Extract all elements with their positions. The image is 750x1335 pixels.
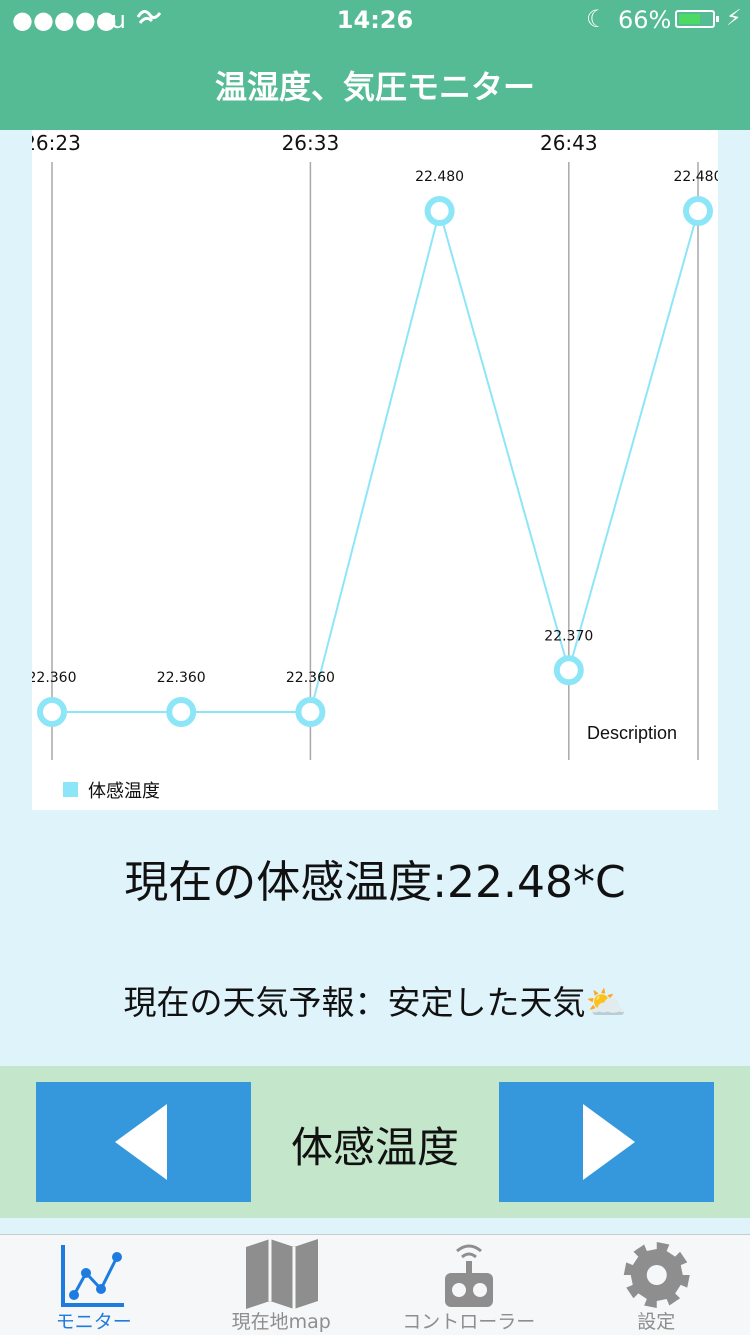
weather-forecast: 現在の天気予報：安定した天気⛅ <box>0 976 750 1024</box>
battery-icon <box>675 10 715 28</box>
series-line <box>52 211 698 712</box>
tab-monitor[interactable]: モニター <box>0 1235 188 1335</box>
data-point[interactable] <box>40 700 64 724</box>
right-triangle-icon <box>499 1082 714 1202</box>
chart-description: Description <box>587 723 677 743</box>
tab-settings-label: 設定 <box>563 1307 750 1334</box>
x-tick-label: 26:23 <box>32 131 81 155</box>
chart-canvas: 26:23 26:33 26:43 22.360 22.360 22.360 22.480… <box>32 130 718 810</box>
legend-label: 体感温度 <box>88 781 160 802</box>
do-not-disturb-icon: ☾ <box>586 5 608 33</box>
data-label: 22.480 <box>415 169 464 185</box>
x-tick-label: 26:33 <box>282 131 340 155</box>
feels-like-chart[interactable]: 26:23 26:33 26:43 22.360 22.360 22.360 22.480… <box>32 130 718 810</box>
left-triangle-icon <box>36 1082 251 1202</box>
data-label: 22.360 <box>32 670 77 686</box>
tab-controller[interactable]: コントローラー <box>375 1235 563 1335</box>
legend-swatch <box>63 782 78 797</box>
charging-icon: ⚡ <box>726 6 741 31</box>
page-title: 温湿度、気圧モニター <box>0 62 750 108</box>
line-chart-icon <box>0 1239 188 1309</box>
data-point[interactable] <box>557 658 581 682</box>
previous-metric-button[interactable] <box>36 1082 251 1202</box>
data-point[interactable] <box>298 700 322 724</box>
data-label: 22.370 <box>544 628 593 644</box>
tab-settings[interactable]: 設定 <box>563 1235 750 1335</box>
data-point[interactable] <box>428 199 452 223</box>
next-metric-button[interactable] <box>499 1082 714 1202</box>
tab-map-label: 現在地map <box>188 1307 376 1334</box>
data-label: 22.480 <box>674 169 719 185</box>
map-icon <box>188 1239 376 1309</box>
metric-label: 体感温度 <box>251 1114 499 1175</box>
tab-bar: モニター 現在地map コントローラー 設定 <box>0 1234 750 1335</box>
gear-icon <box>563 1239 750 1309</box>
tab-controller-label: コントローラー <box>375 1307 563 1334</box>
data-label: 22.360 <box>157 670 206 686</box>
metric-switcher: 体感温度 <box>0 1066 750 1218</box>
current-feels-like-temperature: 現在の体感温度:22.48*C <box>0 846 750 910</box>
data-point[interactable] <box>169 700 193 724</box>
tab-monitor-label: モニター <box>0 1307 188 1334</box>
x-tick-label: 26:43 <box>540 131 598 155</box>
data-label: 22.360 <box>286 670 335 686</box>
remote-controller-icon <box>375 1239 563 1309</box>
navigation-bar: ●●●●● au 14:26 ☾ 66% ⚡ 温湿度、気圧モニター <box>0 0 750 130</box>
data-point[interactable] <box>686 199 710 223</box>
tab-map[interactable]: 現在地map <box>188 1235 376 1335</box>
battery-percentage: 66% <box>618 6 671 34</box>
status-bar: ●●●●● au 14:26 ☾ 66% ⚡ <box>0 0 750 40</box>
